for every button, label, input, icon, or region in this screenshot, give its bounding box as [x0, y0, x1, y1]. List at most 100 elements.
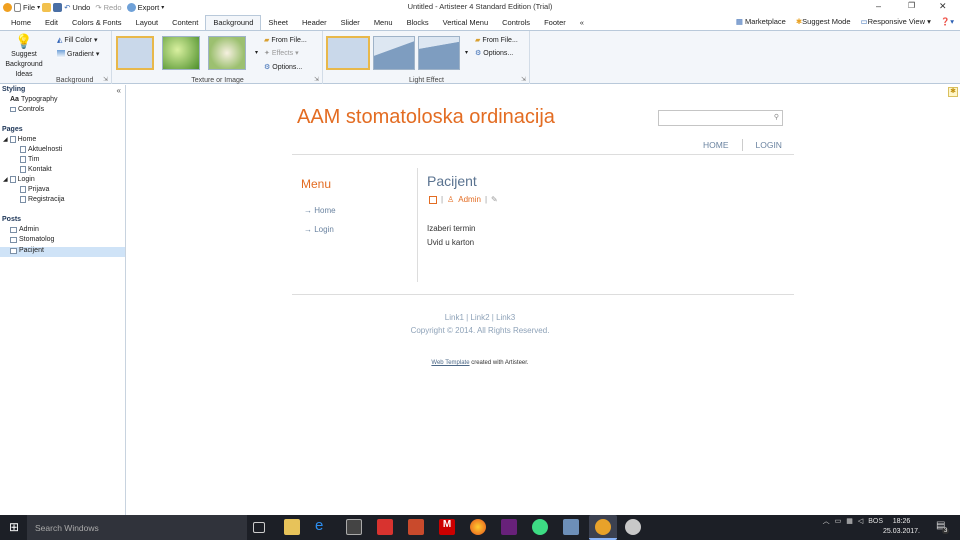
options-button[interactable]: ⚙ Options... [264, 63, 302, 72]
tab-edit[interactable]: Edit [38, 16, 65, 30]
chevron-up-icon[interactable]: ︿ [823, 516, 830, 526]
help-icon[interactable]: ❓▾ [941, 17, 954, 26]
fill-color-label: Fill Color [64, 36, 93, 44]
sidebar-link-home[interactable]: → Home [304, 206, 336, 215]
file-explorer-icon[interactable] [284, 519, 300, 535]
network-icon[interactable]: ▦ [846, 517, 853, 525]
footer-links[interactable]: Link1 | Link2 | Link3 [0, 313, 960, 322]
marketplace-link[interactable]: ▦ Marketplace [736, 17, 786, 26]
tree-item-home[interactable]: ◢ Home [3, 136, 36, 143]
task-view-icon[interactable] [253, 522, 265, 533]
tree-item-controls[interactable]: Controls [10, 106, 44, 113]
meta-separator: | [441, 195, 444, 204]
tab-controls[interactable]: Controls [495, 16, 537, 30]
post-author[interactable]: Admin [458, 195, 481, 204]
collapse-panel-button[interactable]: « [117, 86, 121, 95]
sidebar-link-login[interactable]: → Login [304, 225, 334, 234]
options-icon: ⚙ [475, 50, 482, 57]
texture-blossom-thumb[interactable] [208, 36, 246, 70]
web-template-link[interactable]: Web Template [431, 360, 469, 366]
tree-item-prijava[interactable]: Prijava [20, 186, 49, 193]
monitor-icon: ▭ [860, 17, 868, 26]
language-indicator[interactable]: BOS [868, 518, 883, 525]
tab-background[interactable]: Background [205, 15, 262, 30]
site-title[interactable]: AAM stomatoloska ordinacija [297, 106, 555, 129]
tab-blocks[interactable]: Blocks [400, 16, 436, 30]
from-file-button-2[interactable]: ▰ From File... [475, 36, 518, 45]
paint-icon[interactable] [625, 519, 641, 535]
tabs-overflow-button[interactable]: « [573, 16, 591, 30]
tree-item-aktuelnosti[interactable]: Aktuelnosti [20, 146, 62, 153]
store-icon[interactable] [346, 519, 362, 535]
firefox-icon[interactable] [470, 519, 486, 535]
tab-content[interactable]: Content [165, 16, 205, 30]
gallery-more-icon[interactable]: ▾ [255, 49, 258, 56]
taskbar-search-input[interactable]: Search Windows [27, 515, 247, 540]
gallery-more-icon[interactable]: ▾ [465, 49, 468, 56]
tree-item-admin[interactable]: Admin [10, 226, 39, 233]
tab-vertical-menu[interactable]: Vertical Menu [436, 16, 495, 30]
edit-icon[interactable]: ✎ [491, 195, 498, 204]
app-orange-icon[interactable] [408, 519, 424, 535]
from-file-button[interactable]: ▰ From File... [264, 36, 307, 45]
tab-layout[interactable]: Layout [129, 16, 166, 30]
responsive-view-menu[interactable]: ▭Responsive View ▾ [861, 17, 931, 26]
texture-leaves-thumb[interactable] [162, 36, 200, 70]
app-red-icon[interactable] [377, 519, 393, 535]
windows-start-icon[interactable]: ⊞ [9, 520, 19, 534]
expand-icon[interactable]: ◢ [3, 136, 8, 143]
expand-icon[interactable]: ◢ [3, 176, 8, 183]
post-title[interactable]: Pacijent [427, 173, 477, 189]
android-studio-icon[interactable] [532, 519, 548, 535]
hint-icon[interactable]: ✱ [948, 87, 958, 97]
app-window-icon[interactable] [563, 519, 579, 535]
design-canvas[interactable] [127, 85, 960, 515]
tab-header[interactable]: Header [295, 16, 334, 30]
tree-item-pacijent[interactable]: Pacijent [10, 247, 44, 254]
dialog-launcher-icon[interactable]: ⇲ [103, 76, 108, 83]
post-meta: | ♙ Admin | ✎ [429, 195, 498, 204]
tab-slider[interactable]: Slider [334, 16, 367, 30]
light-none-thumb[interactable] [326, 36, 370, 70]
tab-home[interactable]: Home [4, 16, 38, 30]
effects-button[interactable]: ✦ Effects ▾ [264, 49, 299, 58]
nav-home[interactable]: HOME [703, 140, 729, 150]
suggest-mode-toggle[interactable]: ✱Suggest Mode [796, 17, 851, 26]
gradient-label: Gradient [67, 50, 94, 58]
tab-footer[interactable]: Footer [537, 16, 573, 30]
tree-item-typography[interactable]: Aa Typography [10, 96, 58, 103]
tree-item-registracija[interactable]: Registracija [20, 196, 65, 203]
window-title: Untitled - Artisteer 4 Standard Edition … [407, 2, 553, 11]
tree-item-login[interactable]: ◢ Login [3, 176, 35, 183]
gradient-button[interactable]: Gradient ▾ [57, 50, 99, 58]
dialog-launcher-icon[interactable]: ⇲ [521, 76, 526, 83]
search-icon[interactable]: ⚲ [774, 113, 779, 121]
texture-none-thumb[interactable] [116, 36, 154, 70]
dialog-launcher-icon[interactable]: ⇲ [314, 76, 319, 83]
maximize-icon[interactable]: ❐ [908, 1, 915, 10]
battery-icon[interactable]: ▭ [835, 517, 842, 525]
visual-studio-icon[interactable] [501, 519, 517, 535]
tree-item-stomatolog[interactable]: Stomatolog [10, 236, 54, 243]
mcafee-icon[interactable]: M [439, 519, 455, 535]
fill-color-button[interactable]: ◭ Fill Color ▾ [57, 36, 98, 45]
right-menu: ▦ Marketplace ✱Suggest Mode ▭Responsive … [736, 17, 954, 26]
close-icon[interactable]: ✕ [939, 1, 947, 12]
tab-colors-fonts[interactable]: Colors & Fonts [65, 16, 129, 30]
suggest-background-button[interactable]: 💡 Suggest Background Ideas [4, 34, 44, 79]
calendar-icon [429, 195, 437, 204]
edge-icon[interactable]: e [315, 517, 331, 534]
nav-login[interactable]: LOGIN [756, 140, 782, 150]
tree-item-tim[interactable]: Tim [20, 156, 39, 163]
minimize-icon[interactable]: – [876, 1, 881, 11]
site-search-input[interactable]: ⚲ [658, 110, 783, 126]
options-button-2[interactable]: ⚙ Options... [475, 49, 513, 58]
tree-item-kontakt[interactable]: Kontakt [20, 166, 52, 173]
light-curve-thumb[interactable] [418, 36, 460, 70]
suggest-mode-label: Suggest Mode [802, 17, 851, 26]
light-diagonal-thumb[interactable] [373, 36, 415, 70]
volume-icon[interactable]: ◁ [858, 517, 863, 525]
clock[interactable]: 18:26 25.03.2017. [883, 517, 920, 537]
tab-menu[interactable]: Menu [367, 16, 400, 30]
tab-sheet[interactable]: Sheet [261, 16, 295, 30]
